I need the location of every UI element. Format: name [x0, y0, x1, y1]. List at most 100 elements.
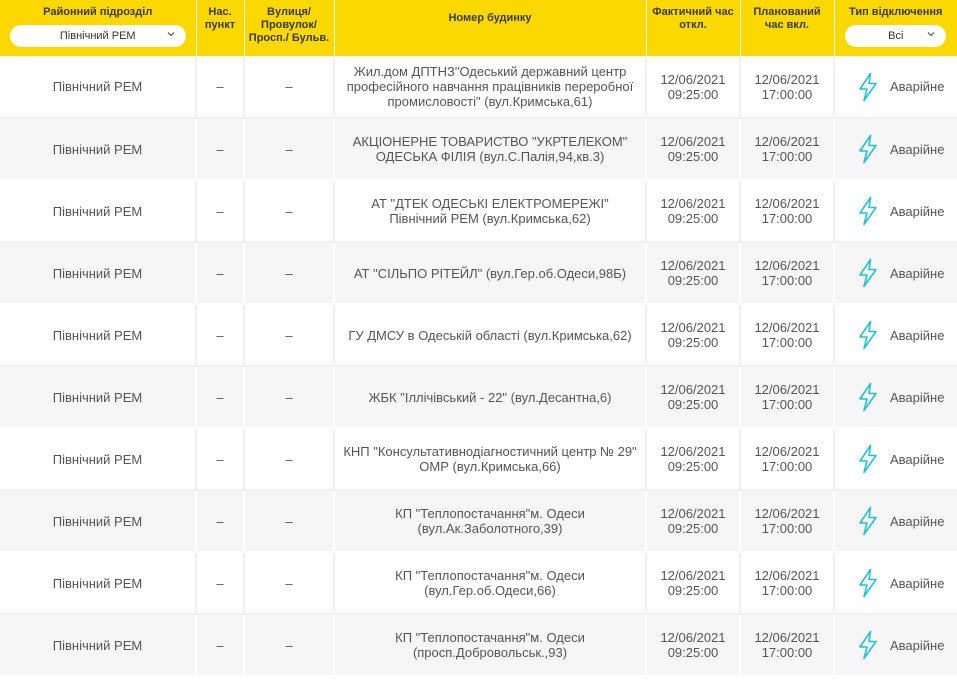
- header-district: Районний підрозділ Північний РЕМ: [0, 0, 197, 56]
- house-text: КП "Теплопостачання"м. Одеси (просп.Добр…: [395, 630, 585, 660]
- district-text: Північний РЕМ: [52, 451, 143, 467]
- table-body: Північний РЕМ – – Жил.дом ДПТНЗ"Одеський…: [0, 56, 957, 677]
- actual-time-cell: 12/06/2021 09:25:00: [646, 428, 741, 491]
- header-type-label: Тип відключення: [849, 6, 943, 18]
- header-actual-time: Фактичний час откл.: [646, 0, 741, 56]
- planned-time-text: 17:00:00: [761, 583, 813, 598]
- district-filter-select[interactable]: Північний РЕМ: [9, 25, 186, 47]
- settlement-text: –: [216, 389, 224, 405]
- district-text: Північний РЕМ: [52, 79, 143, 94]
- settlement-text: –: [216, 327, 224, 343]
- actual-time-cell: 12/06/2021 09:25:00: [646, 118, 741, 181]
- street-text: –: [285, 451, 293, 467]
- planned-time-cell: 12/06/2021 17:00:00: [740, 180, 835, 243]
- type-cell: Аварійне: [834, 118, 957, 181]
- settlement-cell: –: [196, 428, 245, 491]
- district-cell: Північний РЕМ: [0, 118, 197, 181]
- actual-time-text: 09:25:00: [667, 211, 719, 226]
- table-row: Північний РЕМ – – КП "Теплопостачання"м.…: [0, 552, 957, 615]
- header-house: Номер будинку: [334, 0, 647, 56]
- header-planned-time: Планований час вкл.: [740, 0, 835, 56]
- actual-time-text: 09:25:00: [667, 397, 719, 412]
- table-header: Районний підрозділ Північний РЕМ Нас. пу…: [0, 0, 957, 56]
- actual-time-text: 09:25:00: [667, 86, 719, 102]
- settlement-text: –: [216, 451, 224, 467]
- actual-date-text: 12/06/2021: [660, 382, 726, 397]
- actual-time-text: 09:25:00: [667, 521, 719, 536]
- district-cell: Північний РЕМ: [0, 552, 197, 615]
- header-street-label: Вулиця/ Провулок/ Просп./ Бульв.: [248, 6, 330, 44]
- header-planned-time-label: Планований час вкл.: [753, 6, 821, 31]
- type-cell: Аварійне: [834, 366, 957, 429]
- actual-date-text: 12/06/2021: [660, 134, 726, 149]
- type-text: Аварійне: [890, 203, 945, 219]
- type-text: Аварійне: [890, 141, 945, 157]
- street-cell: –: [244, 428, 335, 491]
- planned-date-text: 12/06/2021: [754, 382, 820, 397]
- chevron-down-icon: [167, 32, 175, 37]
- district-cell: Північний РЕМ: [0, 614, 197, 677]
- actual-time-cell: 12/06/2021 09:25:00: [646, 180, 741, 243]
- settlement-text: –: [216, 513, 224, 529]
- district-cell: Північний РЕМ: [0, 428, 197, 491]
- type-cell: Аварійне: [834, 304, 957, 367]
- lightning-bolt-icon: [859, 320, 877, 350]
- street-text: –: [285, 327, 293, 343]
- planned-time-text: 17:00:00: [761, 335, 813, 350]
- planned-time-cell: 12/06/2021 17:00:00: [740, 56, 835, 119]
- type-text: Аварійне: [890, 575, 945, 591]
- street-text: –: [285, 79, 293, 94]
- actual-date-text: 12/06/2021: [660, 444, 726, 459]
- planned-time-text: 17:00:00: [761, 397, 813, 412]
- house-text: ЖБК "Іллічівський - 22" (вул.Десантна,6): [368, 389, 612, 405]
- street-cell: –: [244, 118, 335, 181]
- settlement-cell: –: [196, 180, 245, 243]
- outage-table: Районний підрозділ Північний РЕМ Нас. пу…: [0, 0, 957, 677]
- table-row: Північний РЕМ – – ГУ ДМСУ в Одеській обл…: [0, 304, 957, 367]
- house-text: Жил.дом ДПТНЗ"Одеський державний центр п…: [346, 64, 634, 109]
- district-filter-value: Північний РЕМ: [59, 29, 136, 42]
- settlement-text: –: [216, 265, 224, 281]
- planned-time-cell: 12/06/2021 17:00:00: [740, 552, 835, 615]
- settlement-cell: –: [196, 552, 245, 615]
- house-text: АКЦІОНЕРНЕ ТОВАРИСТВО "УКРТЕЛЕКОМ" ОДЕСЬ…: [352, 134, 628, 164]
- type-text: Аварійне: [890, 451, 945, 467]
- type-filter-select[interactable]: Всі: [845, 25, 947, 47]
- house-text: КНП "Консультативнодіагностичний центр №…: [343, 444, 637, 474]
- district-text: Північний РЕМ: [52, 141, 143, 157]
- table-row: Північний РЕМ – – КНП "Консультативнодіа…: [0, 428, 957, 491]
- district-text: Північний РЕМ: [52, 637, 143, 653]
- district-cell: Північний РЕМ: [0, 56, 197, 119]
- house-cell: КП "Теплопостачання"м. Одеси (вул.Гер.об…: [334, 552, 647, 615]
- actual-time-text: 09:25:00: [667, 583, 719, 598]
- actual-time-cell: 12/06/2021 09:25:00: [646, 56, 741, 119]
- lightning-bolt-icon: [859, 444, 877, 474]
- district-cell: Північний РЕМ: [0, 304, 197, 367]
- table-row: Північний РЕМ – – КП "Теплопостачання"м.…: [0, 614, 957, 677]
- actual-date-text: 12/06/2021: [660, 258, 726, 273]
- street-text: –: [285, 575, 293, 591]
- planned-time-cell: 12/06/2021 17:00:00: [740, 366, 835, 429]
- type-cell: Аварійне: [834, 428, 957, 491]
- house-cell: КП "Теплопостачання"м. Одеси (просп.Добр…: [334, 614, 647, 677]
- settlement-text: –: [216, 637, 224, 653]
- street-text: –: [285, 637, 293, 653]
- planned-time-cell: 12/06/2021 17:00:00: [740, 304, 835, 367]
- header-house-label: Номер будинку: [448, 12, 532, 24]
- type-text: Аварійне: [890, 389, 945, 405]
- planned-time-text: 17:00:00: [761, 211, 813, 226]
- street-text: –: [285, 513, 293, 529]
- type-text: Аварійне: [890, 513, 945, 529]
- street-cell: –: [244, 614, 335, 677]
- house-cell: АТ "СІЛЬПО РІТЕЙЛ" (вул.Гер.об.Одеси,98Б…: [334, 242, 647, 305]
- house-cell: ЖБК "Іллічівський - 22" (вул.Десантна,6): [334, 366, 647, 429]
- settlement-cell: –: [196, 614, 245, 677]
- table-row: Північний РЕМ – – АКЦІОНЕРНЕ ТОВАРИСТВО …: [0, 118, 957, 181]
- district-cell: Північний РЕМ: [0, 242, 197, 305]
- lightning-bolt-icon: [859, 72, 877, 101]
- planned-time-text: 17:00:00: [761, 521, 813, 536]
- actual-date-text: 12/06/2021: [660, 320, 726, 335]
- table-row: Північний РЕМ – – ЖБК "Іллічівський - 22…: [0, 366, 957, 429]
- type-cell: Аварійне: [834, 180, 957, 243]
- planned-date-text: 12/06/2021: [754, 444, 820, 459]
